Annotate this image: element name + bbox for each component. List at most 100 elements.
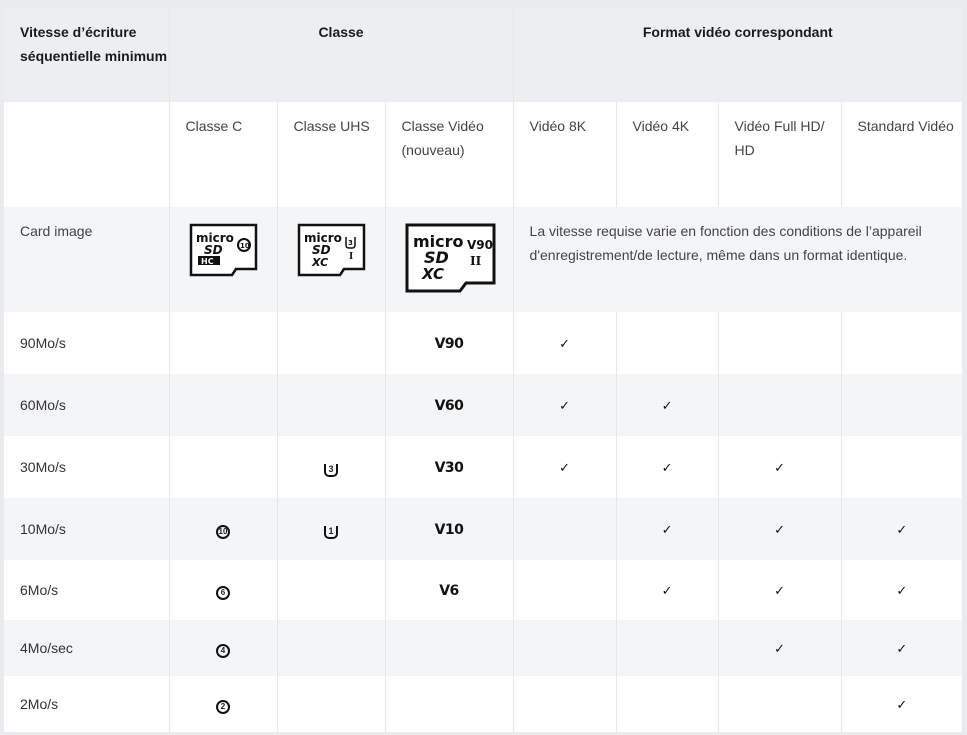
speed-class-2-icon: 2 bbox=[216, 700, 230, 714]
speed-class-10-icon: 10 bbox=[216, 525, 230, 539]
svg-text:HC: HC bbox=[201, 257, 214, 266]
cell-classe-video: V30 bbox=[385, 436, 514, 498]
cell-hd bbox=[718, 312, 842, 374]
cell-classe-uhs: 1 bbox=[277, 498, 386, 560]
subheader-classe-uhs: Classe UHS bbox=[277, 102, 386, 207]
checkmark-icon: ✓ bbox=[774, 521, 785, 537]
cell-k4: ✓ bbox=[616, 560, 719, 620]
video-class-v60-icon: V60 bbox=[434, 397, 464, 414]
cell-classe-uhs bbox=[277, 620, 386, 676]
row-speed-label: 60Mo/s bbox=[4, 374, 170, 436]
row-speed-label: 6Mo/s bbox=[4, 560, 170, 620]
row-speed-label: 30Mo/s bbox=[4, 436, 170, 498]
card-image-label: Card image bbox=[4, 207, 170, 312]
cell-hd: ✓ bbox=[718, 620, 842, 676]
svg-text:SD: SD bbox=[312, 243, 331, 257]
speed-requirement-note: La vitesse requise varie en fonction des… bbox=[513, 207, 963, 312]
speed-class-4-icon: 4 bbox=[216, 644, 230, 658]
cell-k4 bbox=[616, 312, 719, 374]
video-class-v10-icon: V10 bbox=[434, 521, 464, 538]
cell-classe-uhs bbox=[277, 676, 386, 732]
cell-sd: ✓ bbox=[841, 676, 963, 732]
checkmark-icon: ✓ bbox=[559, 397, 570, 413]
cell-hd: ✓ bbox=[718, 560, 842, 620]
checkmark-icon: ✓ bbox=[896, 521, 908, 537]
cell-k8: ✓ bbox=[513, 312, 617, 374]
video-class-v30-icon: V30 bbox=[434, 459, 464, 476]
uhs-class-u1-icon: 1 bbox=[324, 526, 338, 539]
cell-classe-video: V60 bbox=[385, 374, 514, 436]
cell-classe-c bbox=[169, 312, 278, 374]
checkmark-icon: ✓ bbox=[896, 640, 908, 656]
row-speed-label: 90Mo/s bbox=[4, 312, 170, 374]
subheader-classe-c: Classe C bbox=[169, 102, 278, 207]
row-speed-label: 2Mo/s bbox=[4, 676, 170, 732]
cell-sd: ✓ bbox=[841, 498, 963, 560]
cell-classe-uhs bbox=[277, 374, 386, 436]
header-format-video: Format vidéo correspondant bbox=[513, 8, 963, 102]
cell-k4: ✓ bbox=[616, 374, 719, 436]
cell-classe-video: V10 bbox=[385, 498, 514, 560]
svg-text:3: 3 bbox=[348, 239, 353, 247]
uhs-class-u3-icon: 3 bbox=[324, 464, 338, 477]
table-row: 2Mo/s 2 ✓ bbox=[4, 676, 963, 732]
cell-classe-c: 6 bbox=[169, 560, 278, 620]
subheader-video-4k: Vidéo 4K bbox=[616, 102, 719, 207]
checkmark-icon: ✓ bbox=[661, 521, 673, 537]
microsdhc-class10-card-icon: micro SD HC 10 bbox=[189, 223, 257, 277]
cell-sd: ✓ bbox=[841, 620, 963, 676]
subheader-standard-video: Standard Vidéo bbox=[841, 102, 963, 207]
checkmark-icon: ✓ bbox=[559, 459, 570, 475]
checkmark-icon: ✓ bbox=[896, 696, 908, 712]
cell-sd bbox=[841, 312, 963, 374]
table-row: 90Mo/s V90 ✓ bbox=[4, 312, 963, 374]
microsdxc-v90-card-icon: micro SD XC V90 II bbox=[405, 223, 495, 293]
card-image-row: Card image micro SD HC 10 micro SD XC 3 … bbox=[4, 207, 963, 312]
cell-classe-c: 10 bbox=[169, 498, 278, 560]
cell-sd bbox=[841, 374, 963, 436]
checkmark-icon: ✓ bbox=[774, 640, 785, 656]
cell-hd bbox=[718, 676, 842, 732]
cell-classe-video bbox=[385, 676, 514, 732]
header-row: Vitesse d’écriture séquentielle minimum … bbox=[4, 8, 963, 102]
cell-k4 bbox=[616, 676, 719, 732]
cell-sd: ✓ bbox=[841, 560, 963, 620]
table-row: 4Mo/sec 4 ✓ ✓ bbox=[4, 620, 963, 676]
checkmark-icon: ✓ bbox=[774, 459, 785, 475]
cell-hd: ✓ bbox=[718, 436, 842, 498]
row-speed-label: 10Mo/s bbox=[4, 498, 170, 560]
cell-k8 bbox=[513, 676, 617, 732]
video-class-v90-icon: V90 bbox=[434, 335, 464, 352]
cell-k4: ✓ bbox=[616, 436, 719, 498]
cell-classe-uhs bbox=[277, 560, 386, 620]
table-row: 60Mo/s V60 ✓ ✓ bbox=[4, 374, 963, 436]
cell-classe-c bbox=[169, 374, 278, 436]
speed-class-6-icon: 6 bbox=[216, 586, 230, 600]
cell-hd bbox=[718, 374, 842, 436]
microsdxc-uhs-card-icon: micro SD XC 3 I bbox=[297, 223, 365, 277]
subheader-empty bbox=[4, 102, 170, 207]
cell-k4 bbox=[616, 620, 719, 676]
subheader-classe-video: Classe Vidéo (nouveau) bbox=[385, 102, 514, 207]
svg-text:10: 10 bbox=[240, 242, 250, 250]
svg-text:XC: XC bbox=[421, 265, 444, 283]
cell-k4: ✓ bbox=[616, 498, 719, 560]
sd-speed-class-table: Vitesse d’écriture séquentielle minimum … bbox=[4, 8, 963, 732]
cell-classe-c: 4 bbox=[169, 620, 278, 676]
svg-text:SD: SD bbox=[204, 243, 223, 257]
checkmark-icon: ✓ bbox=[661, 582, 673, 598]
header-classe: Classe bbox=[169, 8, 514, 102]
subheader-video-fullhd: Vidéo Full HD/ HD bbox=[718, 102, 842, 207]
cell-k8 bbox=[513, 498, 617, 560]
cell-classe-c: 2 bbox=[169, 676, 278, 732]
cell-classe-uhs: 3 bbox=[277, 436, 386, 498]
header-min-write-speed: Vitesse d’écriture séquentielle minimum bbox=[4, 8, 170, 102]
checkmark-icon: ✓ bbox=[774, 582, 785, 598]
cell-k8 bbox=[513, 620, 617, 676]
cell-classe-video: V90 bbox=[385, 312, 514, 374]
subheader-video-8k: Vidéo 8K bbox=[513, 102, 617, 207]
checkmark-icon: ✓ bbox=[896, 582, 908, 598]
cell-classe-video: V6 bbox=[385, 560, 514, 620]
table-row: 10Mo/s 10 1 V10 ✓ ✓ ✓ bbox=[4, 498, 963, 560]
svg-text:II: II bbox=[470, 254, 482, 268]
